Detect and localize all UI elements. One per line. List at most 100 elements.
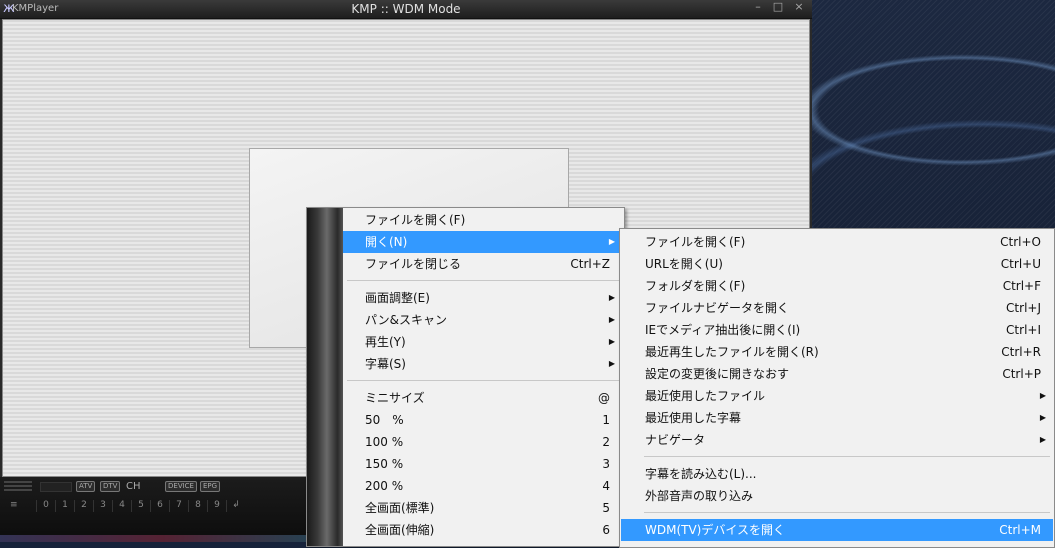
ch-label: CH — [126, 481, 141, 492]
maximize-icon[interactable]: □ — [770, 0, 786, 14]
submenu-item-recent-files[interactable]: 最近使用したファイル ▶ — [621, 385, 1053, 407]
submenu-item-open-recent-played[interactable]: 最近再生したファイルを開く(R) Ctrl+R — [621, 341, 1053, 363]
menu-item-label: 150 % — [365, 457, 404, 471]
submenu-item-open-url[interactable]: URLを開く(U) Ctrl+U — [621, 253, 1053, 275]
context-menu: ファイルを開く(F) 開く(N) ▶ ファイルを閉じる Ctrl+Z 画面調整(… — [306, 207, 625, 547]
menu-item-pan-scan[interactable]: パン&スキャン ▶ — [343, 309, 624, 331]
submenu-item-open-file[interactable]: ファイルを開く(F) Ctrl+O — [621, 231, 1053, 253]
menu-separator — [644, 456, 1050, 457]
submenu-item-ie-media-extract[interactable]: IEでメディア抽出後に開く(I) Ctrl+I — [621, 319, 1053, 341]
menu-item-label: 全画面(標準) — [365, 501, 435, 515]
menu-item-label: ファイルナビゲータを開く — [645, 301, 790, 315]
atv-button[interactable]: ATV — [76, 481, 96, 492]
menu-shortcut: 6 — [602, 523, 610, 537]
submenu-arrow-icon: ▶ — [1039, 413, 1046, 422]
menu-item-size-150[interactable]: 150 % 3 — [343, 453, 624, 475]
menu-item-playback[interactable]: 再生(Y) ▶ — [343, 331, 624, 353]
channel-key-4[interactable]: 4 — [112, 500, 131, 512]
menu-item-label: WDM(TV)デバイスを開く — [645, 523, 786, 537]
channel-key-3[interactable]: 3 — [93, 500, 112, 512]
menu-item-fullscreen-stretch[interactable]: 全画面(伸縮) 6 — [343, 519, 624, 541]
close-icon[interactable]: × — [791, 0, 807, 14]
menu-shortcut: Ctrl+P — [1002, 367, 1041, 381]
menu-item-label: 設定の変更後に開きなおす — [645, 367, 790, 381]
menu-item-label: フォルダを開く(F) — [645, 279, 746, 293]
menu-item-open-file[interactable]: ファイルを開く(F) — [343, 209, 624, 231]
menu-shortcut: @ — [598, 391, 610, 405]
channel-keypad: 0 1 2 3 4 5 6 7 8 9 ↲ — [36, 500, 245, 512]
menu-shortcut: 4 — [602, 479, 610, 493]
channel-key-7[interactable]: 7 — [169, 500, 188, 512]
submenu-item-load-subtitles[interactable]: 字幕を読み込む(L)... — [621, 463, 1053, 485]
menu-item-label: 最近使用したファイル — [645, 389, 766, 403]
slider-track[interactable] — [40, 482, 72, 492]
submenu-arrow-icon: ▶ — [608, 359, 615, 368]
grip-icon — [4, 481, 32, 483]
channel-key-5[interactable]: 5 — [131, 500, 150, 512]
channel-key-9[interactable]: 9 — [207, 500, 226, 512]
menu-item-label: パン&スキャン — [365, 313, 447, 327]
menu-item-label: 画面調整(E) — [365, 291, 430, 305]
menu-item-size-100[interactable]: 100 % 2 — [343, 431, 624, 453]
submenu-arrow-icon: ▶ — [1039, 435, 1046, 444]
submenu-item-navigator[interactable]: ナビゲータ ▶ — [621, 429, 1053, 451]
dtv-button[interactable]: DTV — [100, 481, 121, 492]
channel-key-1[interactable]: 1 — [55, 500, 74, 512]
channel-key-0[interactable]: 0 — [36, 500, 55, 512]
menu-item-size-200[interactable]: 200 % 4 — [343, 475, 624, 497]
title-bar[interactable]: ж KMPlayer KMP :: WDM Mode – □ × — [0, 0, 812, 19]
keypad-icon: ≡ — [10, 500, 18, 510]
menu-separator — [347, 380, 620, 381]
menu-item-label: 字幕を読み込む(L)... — [645, 467, 757, 481]
submenu-arrow-icon: ▶ — [608, 315, 615, 324]
menu-item-open[interactable]: 開く(N) ▶ — [343, 231, 624, 253]
channel-key-8[interactable]: 8 — [188, 500, 207, 512]
menu-item-label: 100 % — [365, 435, 404, 449]
menu-item-label: 再生(Y) — [365, 335, 406, 349]
menu-shortcut: Ctrl+M — [999, 523, 1041, 537]
menu-item-mini-size[interactable]: ミニサイズ @ — [343, 387, 624, 409]
menu-item-label: 最近使用した字幕 — [645, 411, 742, 425]
menu-item-close-file[interactable]: ファイルを閉じる Ctrl+Z — [343, 253, 624, 275]
submenu-arrow-icon: ▶ — [608, 337, 615, 346]
menu-item-label: ファイルを閉じる — [365, 257, 462, 271]
menu-item-label: IEでメディア抽出後に開く(I) — [645, 323, 801, 337]
channel-key-6[interactable]: 6 — [150, 500, 169, 512]
menu-item-label: 字幕(S) — [365, 357, 406, 371]
submenu-arrow-icon: ▶ — [608, 293, 615, 302]
menu-item-label: ミニサイズ — [365, 391, 425, 405]
menu-shortcut: Ctrl+I — [1006, 323, 1041, 337]
menu-separator — [644, 512, 1050, 513]
menu-item-label: 200 % — [365, 479, 404, 493]
channel-key-2[interactable]: 2 — [74, 500, 93, 512]
device-button[interactable]: DEVICE — [165, 481, 197, 492]
submenu-item-reopen-after-settings[interactable]: 設定の変更後に開きなおす Ctrl+P — [621, 363, 1053, 385]
menu-item-label: 全画面(伸縮) — [365, 523, 435, 537]
window-title: KMP :: WDM Mode — [351, 2, 461, 16]
submenu-item-load-external-audio[interactable]: 外部音声の取り込み — [621, 485, 1053, 507]
submenu-item-open-file-navigator[interactable]: ファイルナビゲータを開く Ctrl+J — [621, 297, 1053, 319]
menu-item-screen-adjust[interactable]: 画面調整(E) ▶ — [343, 287, 624, 309]
menu-shortcut: Ctrl+J — [1006, 301, 1041, 315]
menu-item-label: ファイルを開く(F) — [365, 213, 466, 227]
menu-item-label: 開く(N) — [365, 235, 408, 249]
menu-shortcut: 2 — [602, 435, 610, 449]
submenu-item-recent-subtitles[interactable]: 最近使用した字幕 ▶ — [621, 407, 1053, 429]
enter-icon[interactable]: ↲ — [226, 500, 245, 512]
menu-shortcut: 5 — [602, 501, 610, 515]
menu-sidebar — [307, 208, 343, 546]
menu-shortcut: Ctrl+F — [1002, 279, 1041, 293]
menu-item-label: ファイルを開く(F) — [645, 235, 746, 249]
menu-shortcut: Ctrl+R — [1001, 345, 1041, 359]
epg-button[interactable]: EPG — [200, 481, 221, 492]
submenu-item-open-wdm-device[interactable]: WDM(TV)デバイスを開く Ctrl+M — [621, 519, 1053, 541]
menu-item-subtitles[interactable]: 字幕(S) ▶ — [343, 353, 624, 375]
menu-item-label: 50 % — [365, 413, 404, 427]
minimize-icon[interactable]: – — [750, 0, 766, 14]
submenu-arrow-icon: ▶ — [608, 237, 615, 246]
submenu-item-open-folder[interactable]: フォルダを開く(F) Ctrl+F — [621, 275, 1053, 297]
open-submenu: ファイルを開く(F) Ctrl+O URLを開く(U) Ctrl+U フォルダを… — [619, 228, 1055, 548]
menu-item-fullscreen-standard[interactable]: 全画面(標準) 5 — [343, 497, 624, 519]
menu-separator — [347, 280, 620, 281]
menu-item-size-50[interactable]: 50 % 1 — [343, 409, 624, 431]
